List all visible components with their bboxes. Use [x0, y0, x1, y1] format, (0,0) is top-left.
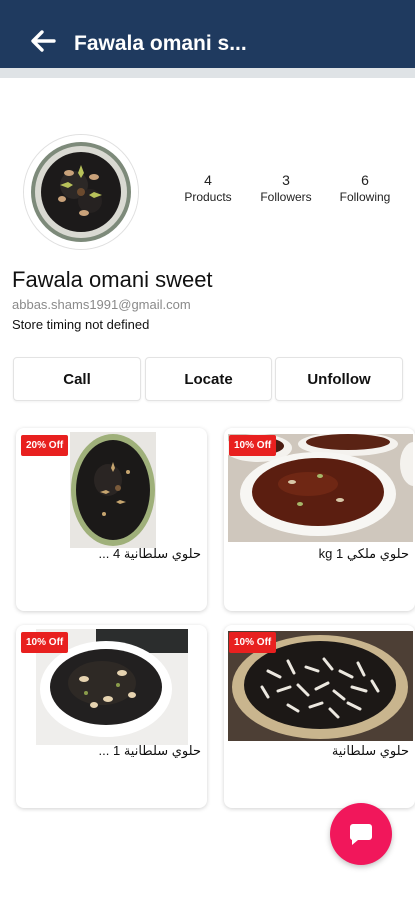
followers-stat[interactable]: 3 Followers: [246, 172, 326, 204]
chat-bubble-icon: [349, 824, 372, 845]
followers-label: Followers: [260, 190, 312, 204]
app-bar: Fawala omani s...: [0, 0, 415, 78]
store-name: Fawala omani sweet: [12, 267, 213, 292]
products-stat[interactable]: 4 Products: [168, 172, 248, 204]
call-button[interactable]: Call: [13, 357, 141, 401]
product-card[interactable]: 10% Off حلوي سلطانية 1 ...: [16, 625, 207, 808]
discount-badge: 20% Off: [21, 435, 69, 456]
chat-fab-button[interactable]: [330, 803, 392, 865]
following-count: 6: [361, 172, 369, 188]
following-label: Following: [339, 190, 391, 204]
unfollow-button[interactable]: Unfollow: [275, 357, 403, 401]
product-name: حلوي سلطانية: [331, 743, 409, 758]
discount-badge: 10% Off: [21, 632, 69, 653]
followers-count: 3: [282, 172, 290, 188]
store-email: abbas.shams1991@gmail.com: [12, 297, 191, 312]
product-name: حلوي ملكي 1 kg: [318, 546, 409, 561]
store-timing: Store timing not defined: [12, 317, 150, 332]
product-name: حلوي سلطانية 1 ...: [98, 743, 201, 758]
product-card[interactable]: 10% Off حلوي ملكي 1 kg: [224, 428, 415, 611]
store-avatar: [24, 135, 138, 249]
following-stat[interactable]: 6 Following: [325, 172, 405, 204]
product-card[interactable]: 10% Off حلوي سلطانية: [224, 625, 415, 808]
products-count: 4: [204, 172, 212, 188]
product-name: حلوي سلطانية 4 ...: [98, 546, 201, 561]
back-arrow-icon[interactable]: [28, 26, 58, 56]
discount-badge: 10% Off: [229, 435, 277, 456]
locate-button[interactable]: Locate: [145, 357, 272, 401]
discount-badge: 10% Off: [229, 632, 277, 653]
page-title: Fawala omani s...: [74, 32, 247, 55]
product-card[interactable]: 20% Off حلوي سلطانية 4 ...: [16, 428, 207, 611]
products-label: Products: [184, 190, 232, 204]
product-image: [70, 432, 156, 548]
